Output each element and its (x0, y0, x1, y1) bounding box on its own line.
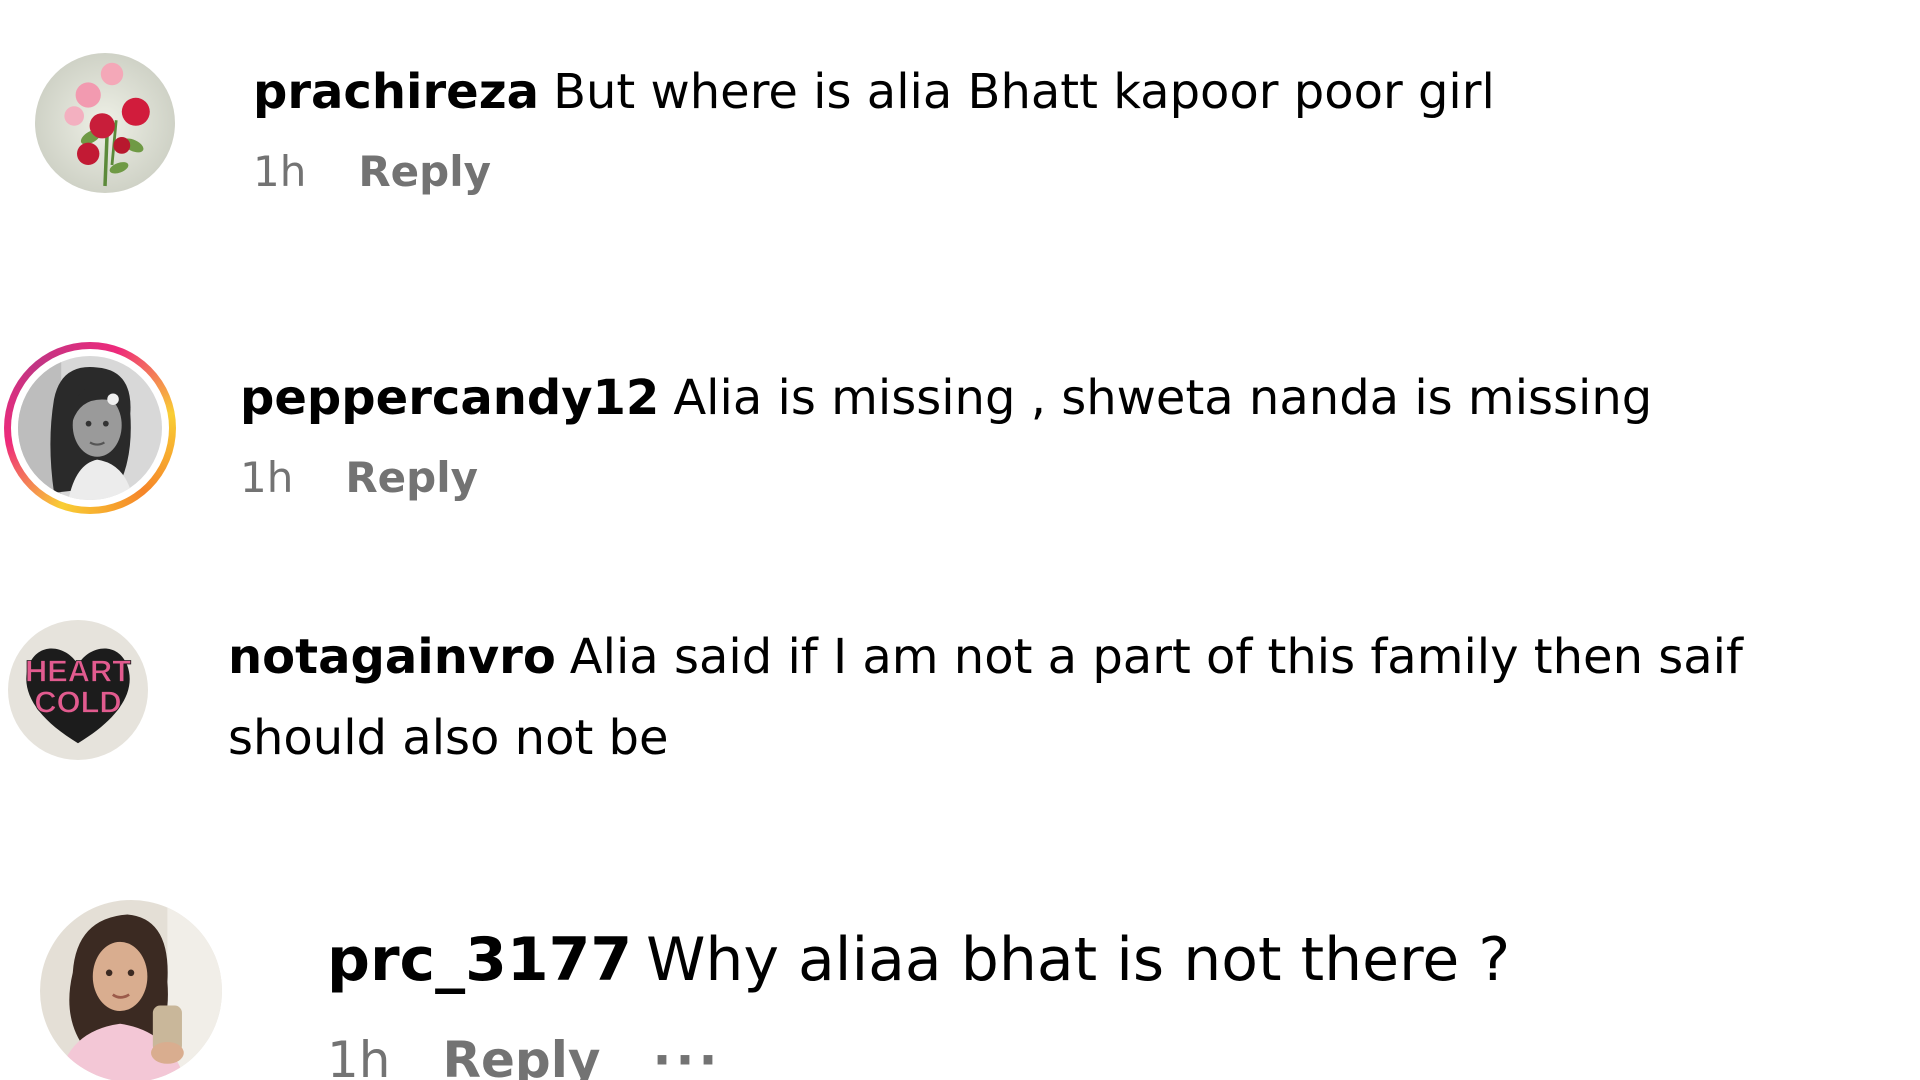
comment-text-line: should also not be (228, 709, 669, 766)
comment-text: Alia said if I am not a part of this fam… (569, 629, 1743, 685)
rose-flowers-avatar-icon (35, 53, 175, 193)
comment-timestamp[interactable]: 1h (253, 147, 306, 196)
comment-username[interactable]: prachireza (253, 64, 539, 120)
comment-item: prc_3177 Why aliaa bhat is not there ? 1h… (0, 880, 1920, 1080)
comment-timestamp[interactable]: 1h (327, 1031, 391, 1080)
comment-item: peppercandy12 Alia is missing , shweta na… (0, 300, 1920, 560)
avatar[interactable] (35, 53, 175, 193)
avatar-text-cold: COLD (34, 684, 121, 719)
reply-button[interactable]: Reply (358, 147, 491, 196)
more-options-icon[interactable]: ··· (652, 1031, 721, 1080)
comment-text: Alia is missing , shweta nanda is missin… (673, 370, 1653, 426)
comment-meta: 1h Reply ··· (327, 1031, 1510, 1080)
heart-cold-avatar-icon: HEART COLD (8, 620, 148, 760)
avatar[interactable]: HEART COLD (8, 620, 148, 760)
comment-item: HEART COLD notagainvro Alia said if I am … (0, 600, 1920, 820)
comment-text-line: notagainvro Alia said if I am not a part … (228, 625, 1743, 690)
avatar (18, 356, 162, 500)
comment-meta: 1h Reply (240, 453, 1652, 502)
reply-button[interactable]: Reply (345, 453, 478, 502)
comment-username[interactable]: prc_3177 (327, 925, 632, 995)
woman-selfie-avatar-icon (40, 900, 222, 1080)
comment-text: But where is alia Bhatt kapoor poor girl (553, 64, 1495, 120)
comment-text-line: prachireza But where is alia Bhatt kapoor… (253, 60, 1495, 125)
comment-text-line: peppercandy12 Alia is missing , shweta na… (240, 366, 1652, 431)
avatar-text-heart: HEART (25, 654, 131, 689)
comment-item: prachireza But where is alia Bhatt kapoor… (0, 0, 1920, 260)
comment-text: Why aliaa bhat is not there ? (646, 925, 1511, 995)
comment-timestamp[interactable]: 1h (240, 453, 293, 502)
comments-list: prachireza But where is alia Bhatt kapoor… (0, 0, 1920, 1080)
comment-text-line: prc_3177 Why aliaa bhat is not there ? (327, 920, 1510, 1001)
woman-portrait-bw-avatar-icon (18, 356, 162, 500)
comment-username[interactable]: peppercandy12 (240, 370, 659, 426)
avatar[interactable] (40, 900, 222, 1080)
comment-username[interactable]: notagainvro (228, 629, 556, 685)
story-ring[interactable] (4, 342, 176, 514)
reply-button[interactable]: Reply (443, 1031, 601, 1080)
comment-meta: 1h Reply (253, 147, 1495, 196)
